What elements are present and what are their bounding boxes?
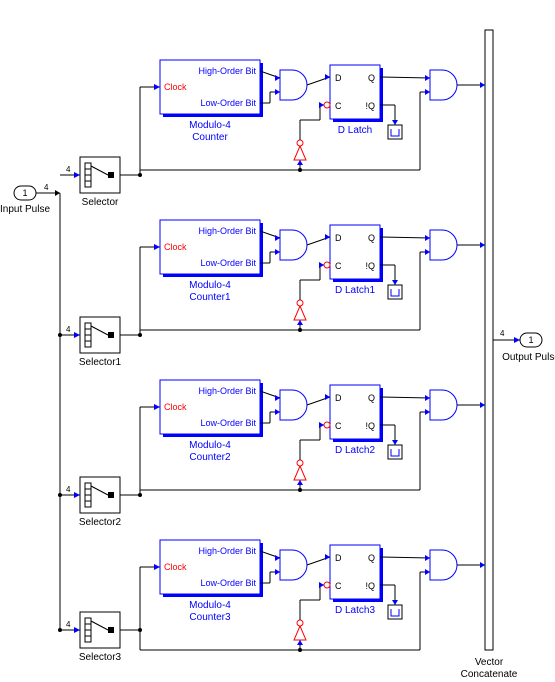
svg-text:Clock: Clock: [164, 242, 187, 252]
selector-label: Selector: [82, 197, 119, 208]
svg-text:4: 4: [66, 620, 71, 629]
svg-text:4: 4: [66, 165, 71, 174]
selector-label: Selector3: [79, 652, 122, 663]
selector-label: Selector2: [79, 517, 122, 528]
svg-text:D: D: [335, 233, 342, 243]
svg-text:D: D: [335, 73, 342, 83]
svg-text:Clock: Clock: [164, 82, 187, 92]
channel-3: Selector3 4 High-Order Bit Clock Low-Order B…: [58, 540, 485, 663]
and-gate-2: [430, 230, 457, 260]
svg-text:D Latch1: D Latch1: [335, 285, 375, 296]
vc-label-2: Concatenate: [461, 669, 518, 680]
svg-text:Q: Q: [368, 553, 375, 563]
svg-text:C: C: [335, 101, 342, 111]
svg-text:Clock: Clock: [164, 562, 187, 572]
out-bus-width: 4: [500, 329, 505, 338]
and-gate-2: [430, 70, 457, 100]
channel-1: Selector1 4 High-Order Bit Clock Low-Order B…: [58, 220, 485, 368]
svg-text:D: D: [335, 553, 342, 563]
and-gate-1: [280, 550, 307, 580]
terminator: [388, 445, 402, 459]
svg-text:!Q: !Q: [365, 261, 375, 271]
not-gate: [294, 146, 306, 160]
svg-text:Modulo-4: Modulo-4: [189, 280, 231, 291]
svg-text:4: 4: [66, 325, 71, 334]
channel-2: Selector2 4 High-Order Bit Clock Low-Order B…: [58, 380, 485, 528]
svg-text:C: C: [335, 421, 342, 431]
terminator: [388, 605, 402, 619]
not-gate: [294, 306, 306, 320]
selector-label: Selector1: [79, 357, 122, 368]
diagram-canvas: 1 Input Pulse 4 Vector Concatenate 4 1 O…: [0, 0, 555, 682]
svg-text:High-Order Bit: High-Order Bit: [198, 386, 256, 396]
svg-text:Counter3: Counter3: [189, 612, 231, 623]
terminator: [388, 285, 402, 299]
svg-text:C: C: [335, 261, 342, 271]
and-gate-1: [280, 70, 307, 100]
svg-text:High-Order Bit: High-Order Bit: [198, 66, 256, 76]
input-port-label: Input Pulse: [0, 204, 50, 215]
input-port-num: 1: [22, 188, 27, 198]
output-port: 4 1 Output Pulse: [493, 329, 555, 363]
svg-text:Modulo-4: Modulo-4: [189, 440, 231, 451]
bus-width-label: 4: [44, 183, 49, 192]
terminator: [388, 125, 402, 139]
and-gate-1: [280, 230, 307, 260]
svg-text:Modulo-4: Modulo-4: [189, 120, 231, 131]
output-port-label: Output Pulse: [502, 352, 555, 363]
channel-0: Selector 4 High-Order Bit Clock Low-Order Bi…: [60, 60, 485, 208]
svg-text:!Q: !Q: [365, 581, 375, 591]
svg-text:Q: Q: [368, 73, 375, 83]
svg-text:C: C: [335, 581, 342, 591]
svg-text:Clock: Clock: [164, 402, 187, 412]
not-gate: [294, 466, 306, 480]
svg-text:Q: Q: [368, 393, 375, 403]
svg-text:Low-Order Bit: Low-Order Bit: [200, 258, 256, 268]
svg-text:!Q: !Q: [365, 101, 375, 111]
svg-text:Low-Order Bit: Low-Order Bit: [200, 98, 256, 108]
input-port: 1 Input Pulse: [0, 186, 50, 215]
svg-text:High-Order Bit: High-Order Bit: [198, 546, 256, 556]
svg-text:Counter: Counter: [192, 132, 228, 143]
svg-text:!Q: !Q: [365, 421, 375, 431]
not-gate: [294, 626, 306, 640]
svg-text:Low-Order Bit: Low-Order Bit: [200, 578, 256, 588]
svg-text:Counter1: Counter1: [189, 292, 231, 303]
and-gate-2: [430, 390, 457, 420]
svg-text:D: D: [335, 393, 342, 403]
svg-text:Low-Order Bit: Low-Order Bit: [200, 418, 256, 428]
vc-label-1: Vector: [475, 657, 504, 668]
svg-text:High-Order Bit: High-Order Bit: [198, 226, 256, 236]
svg-text:D Latch: D Latch: [338, 125, 372, 136]
svg-text:Counter2: Counter2: [189, 452, 231, 463]
svg-text:4: 4: [66, 485, 71, 494]
and-gate-1: [280, 390, 307, 420]
svg-text:Q: Q: [368, 233, 375, 243]
svg-text:D Latch3: D Latch3: [335, 605, 375, 616]
svg-text:Modulo-4: Modulo-4: [189, 600, 231, 611]
svg-text:D Latch2: D Latch2: [335, 445, 375, 456]
and-gate-2: [430, 550, 457, 580]
output-port-num: 1: [528, 335, 533, 345]
trunk-bus: 4: [36, 183, 60, 630]
